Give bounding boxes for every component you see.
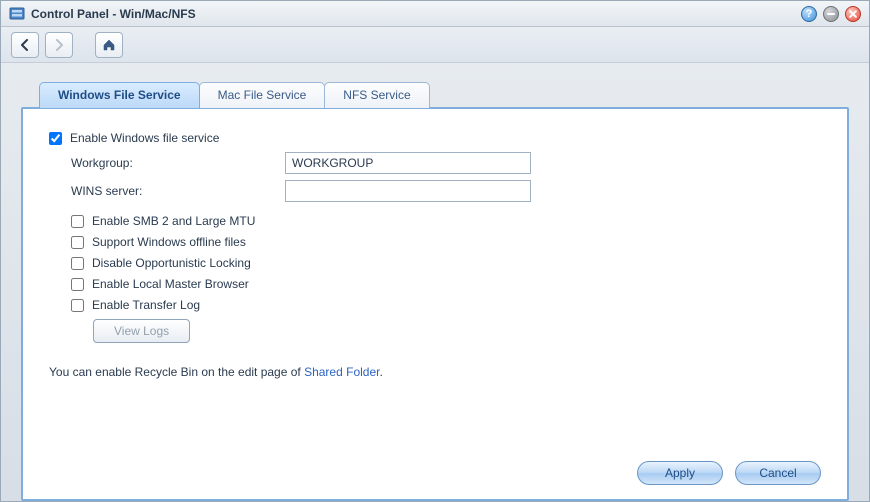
enable-windows-file-service-label: Enable Windows file service bbox=[70, 131, 219, 145]
tab-bar: Windows File Service Mac File Service NF… bbox=[39, 81, 849, 107]
minimize-button[interactable] bbox=[823, 6, 839, 22]
disable-oplock-checkbox[interactable] bbox=[71, 257, 84, 270]
back-button[interactable] bbox=[11, 32, 39, 58]
toolbar bbox=[1, 27, 869, 63]
tab-windows-file-service[interactable]: Windows File Service bbox=[39, 82, 200, 108]
enable-local-master-browser-label: Enable Local Master Browser bbox=[92, 277, 249, 291]
enable-transfer-log-checkbox[interactable] bbox=[71, 299, 84, 312]
tab-mac-file-service[interactable]: Mac File Service bbox=[199, 82, 326, 108]
disable-oplock-label: Disable Opportunistic Locking bbox=[92, 256, 251, 270]
enable-transfer-log-label: Enable Transfer Log bbox=[92, 298, 200, 312]
support-offline-files-label: Support Windows offline files bbox=[92, 235, 246, 249]
forward-button[interactable] bbox=[45, 32, 73, 58]
enable-smb2-checkbox[interactable] bbox=[71, 215, 84, 228]
support-offline-files-checkbox[interactable] bbox=[71, 236, 84, 249]
app-icon bbox=[9, 6, 25, 22]
recycle-bin-hint: You can enable Recycle Bin on the edit p… bbox=[49, 365, 821, 379]
home-button[interactable] bbox=[95, 32, 123, 58]
tab-panel-windows: Enable Windows file service Workgroup: W… bbox=[21, 107, 849, 501]
window-title: Control Panel - Win/Mac/NFS bbox=[31, 7, 196, 21]
content: Windows File Service Mac File Service NF… bbox=[1, 63, 869, 501]
wins-server-input[interactable] bbox=[285, 180, 531, 202]
apply-button[interactable]: Apply bbox=[637, 461, 723, 485]
cancel-button[interactable]: Cancel bbox=[735, 461, 821, 485]
workgroup-input[interactable] bbox=[285, 152, 531, 174]
wins-server-label: WINS server: bbox=[71, 184, 285, 198]
workgroup-label: Workgroup: bbox=[71, 156, 285, 170]
shared-folder-link[interactable]: Shared Folder bbox=[304, 365, 379, 379]
enable-windows-file-service-checkbox[interactable] bbox=[49, 132, 62, 145]
enable-smb2-label: Enable SMB 2 and Large MTU bbox=[92, 214, 255, 228]
tab-nfs-service[interactable]: NFS Service bbox=[324, 82, 429, 108]
view-logs-button[interactable]: View Logs bbox=[93, 319, 190, 343]
enable-local-master-browser-checkbox[interactable] bbox=[71, 278, 84, 291]
help-button[interactable]: ? bbox=[801, 6, 817, 22]
close-button[interactable] bbox=[845, 6, 861, 22]
footer-buttons: Apply Cancel bbox=[637, 461, 821, 485]
control-panel-window: Control Panel - Win/Mac/NFS ? Windows Fi… bbox=[0, 0, 870, 502]
titlebar: Control Panel - Win/Mac/NFS ? bbox=[1, 1, 869, 27]
